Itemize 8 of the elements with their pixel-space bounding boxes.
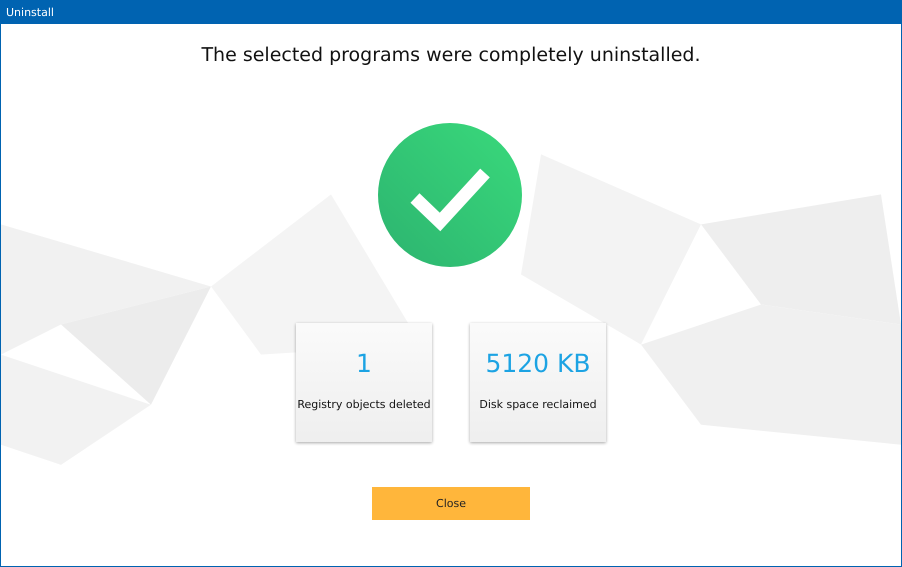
stat-value: 1 bbox=[356, 349, 372, 378]
check-icon bbox=[377, 122, 523, 268]
stat-label: Disk space reclaimed bbox=[479, 398, 597, 411]
stat-label: Registry objects deleted bbox=[297, 398, 431, 411]
stat-value: 5120 KB bbox=[485, 349, 591, 378]
close-button[interactable]: Close bbox=[372, 487, 530, 520]
heading: The selected programs were completely uninstalled. bbox=[201, 44, 701, 66]
window-title: Uninstall bbox=[6, 6, 54, 19]
